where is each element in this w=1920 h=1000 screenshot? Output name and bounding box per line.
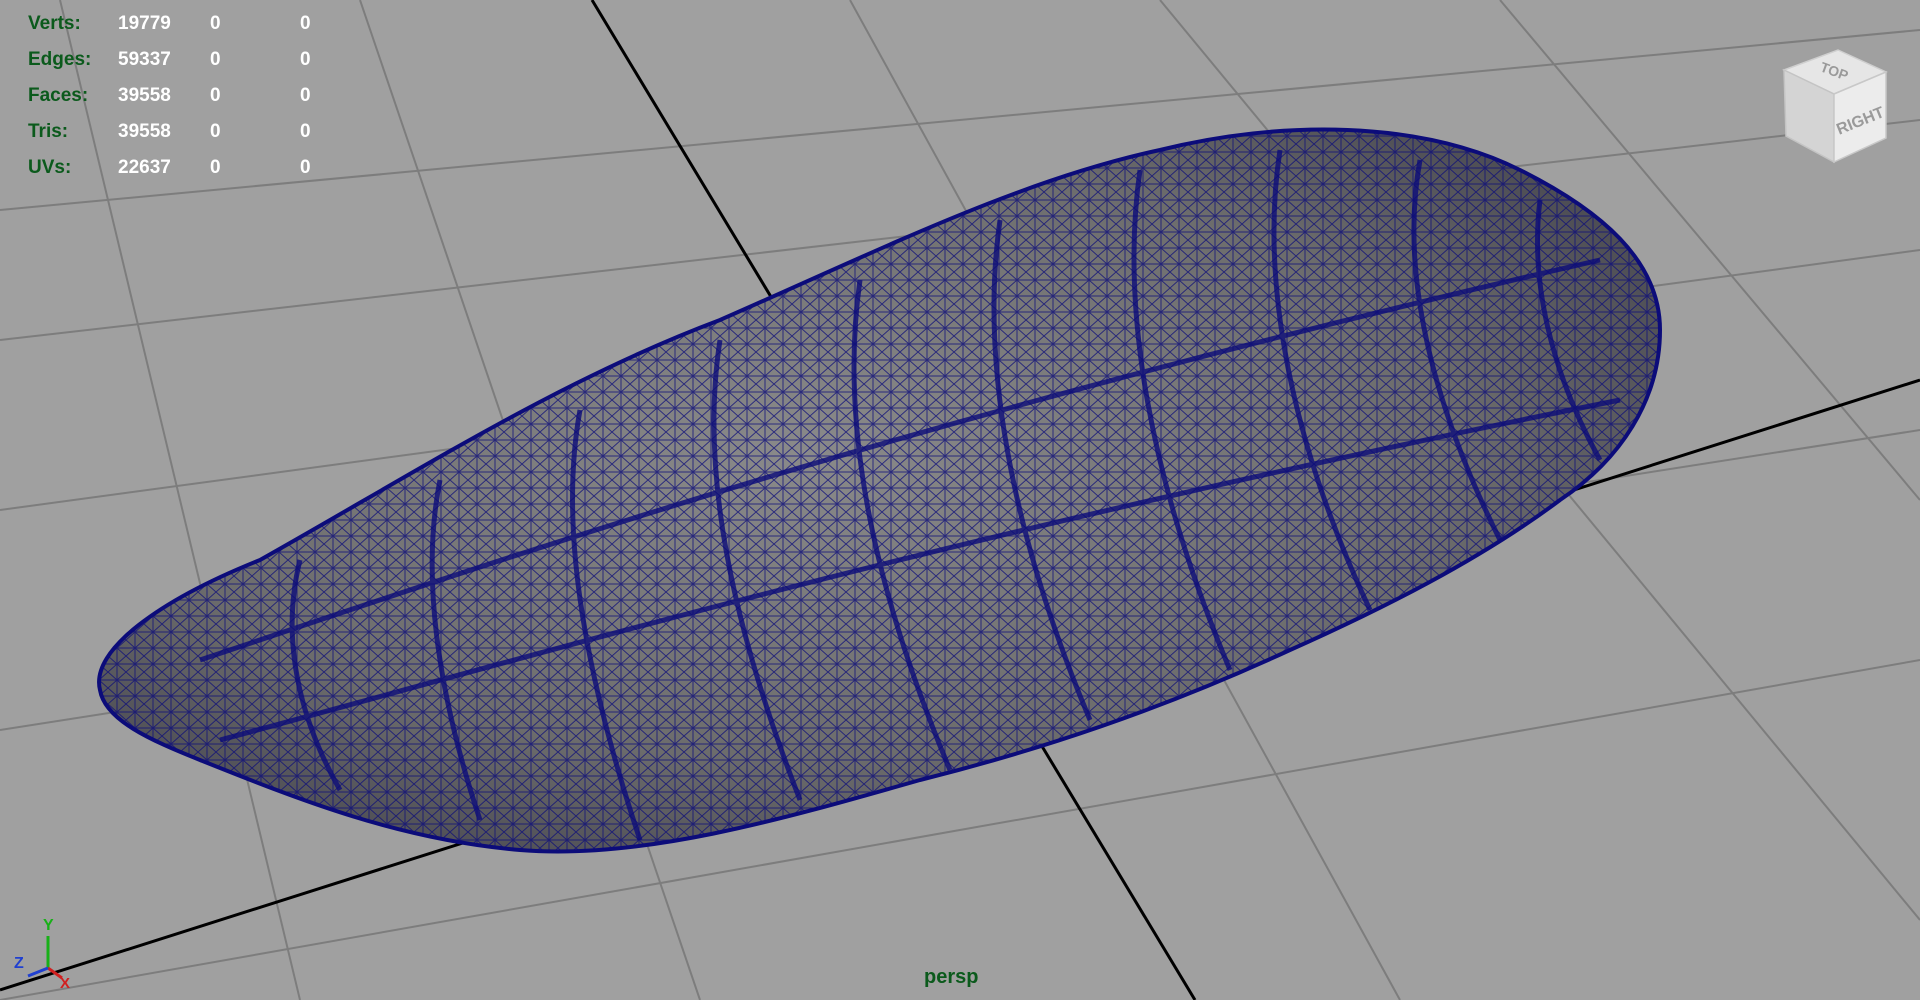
hud-row-verts: Verts: 19779 0 0	[28, 6, 340, 42]
hud-value: 0	[210, 121, 221, 142]
hud-value: 0	[300, 157, 311, 178]
hud-value: 39558	[118, 85, 171, 106]
poly-count-hud: Verts: 19779 0 0 Edges: 59337 0 0 Faces:…	[28, 6, 340, 186]
hud-label: Verts:	[28, 13, 81, 34]
hud-label: Faces:	[28, 85, 89, 106]
hud-value: 0	[210, 85, 221, 106]
hud-row-faces: Faces: 39558 0 0	[28, 78, 340, 114]
camera-name-label: persp	[924, 966, 979, 988]
axis-gizmo-icon: Y Z X	[14, 917, 70, 990]
axis-y-label: Y	[43, 917, 54, 934]
view-cube-icon[interactable]: TOP RIGHT	[1776, 40, 1896, 170]
hud-value: 0	[210, 13, 221, 34]
hud-row-uvs: UVs: 22637 0 0	[28, 150, 340, 186]
hud-value: 0	[210, 49, 221, 70]
pinecone-mesh[interactable]	[97, 127, 1663, 854]
hud-label: UVs:	[28, 157, 72, 178]
hud-row-tris: Tris: 39558 0 0	[28, 114, 340, 150]
hud-value: 0	[300, 121, 311, 142]
hud-value: 0	[210, 157, 221, 178]
hud-row-edges: Edges: 59337 0 0	[28, 42, 340, 78]
hud-value: 0	[300, 85, 311, 106]
hud-value: 0	[300, 13, 311, 34]
axis-x-label: X	[60, 975, 70, 990]
hud-value: 59337	[118, 49, 171, 70]
hud-value: 0	[300, 49, 311, 70]
hud-value: 39558	[118, 121, 171, 142]
axis-z-label: Z	[14, 955, 24, 972]
hud-value: 22637	[118, 157, 171, 178]
persp-viewport[interactable]: Verts: 19779 0 0 Edges: 59337 0 0 Faces:…	[0, 0, 1920, 1000]
hud-label: Edges:	[28, 49, 92, 70]
hud-label: Tris:	[28, 121, 69, 142]
hud-value: 19779	[118, 13, 171, 34]
